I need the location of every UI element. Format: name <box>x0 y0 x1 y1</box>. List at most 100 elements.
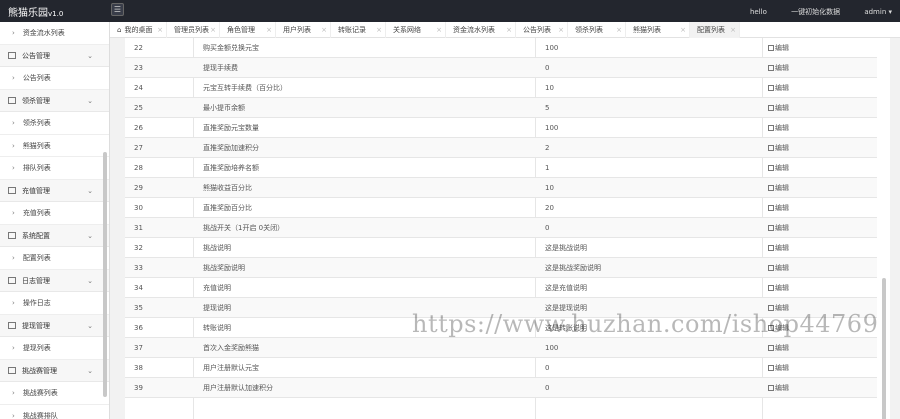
close-icon[interactable]: × <box>321 22 327 38</box>
sidebar-item[interactable]: › 提现列表 <box>0 337 109 360</box>
menu-toggle-icon[interactable]: ☰ <box>111 3 124 16</box>
table-row: 25 最小提币余额 5 编辑 <box>125 98 877 118</box>
row-value: 10 <box>545 84 554 92</box>
chevron-down-icon: ⌄ <box>87 276 93 285</box>
row-name: 直推奖励元宝数量 <box>203 124 259 132</box>
table-row: 27 直推奖励加速积分 2 编辑 <box>125 138 877 158</box>
tab[interactable]: ⌂ 我的桌面 × <box>110 22 167 38</box>
edit-button[interactable]: 编辑 <box>768 258 789 278</box>
edit-icon <box>768 165 774 171</box>
sidebar-item[interactable]: › 挑战赛列表 <box>0 382 109 405</box>
edit-button[interactable]: 编辑 <box>768 118 789 138</box>
tab[interactable]: 管理员列表 × <box>167 22 220 38</box>
chevron-right-icon: › <box>12 119 15 127</box>
chevron-right-icon: › <box>12 344 15 352</box>
close-icon[interactable]: × <box>376 22 382 38</box>
tab[interactable]: 关系网络 × <box>386 22 446 38</box>
edit-button[interactable]: 编辑 <box>768 198 789 218</box>
sidebar-item[interactable]: › 领杀列表 <box>0 112 109 135</box>
table-row: 38 用户注册默认元宝 0 编辑 <box>125 358 877 378</box>
chevron-right-icon: › <box>12 141 15 150</box>
sidebar-group[interactable]: 公告管理 ⌄ <box>0 44 109 67</box>
tab-label: 我的桌面 <box>124 26 153 34</box>
row-name: 直推奖励百分比 <box>203 204 252 212</box>
table-row: 29 熊猫收益百分比 10 编辑 <box>125 178 877 198</box>
close-icon[interactable]: × <box>157 22 163 38</box>
row-name: 提现说明 <box>203 304 231 312</box>
sidebar-group-label: 提现管理 <box>22 321 50 330</box>
close-icon[interactable]: × <box>730 22 736 38</box>
sidebar-item-label: 资金流水列表 <box>22 29 65 37</box>
row-value: 0 <box>545 364 550 372</box>
chevron-right-icon: › <box>12 411 15 419</box>
tab[interactable]: 配置列表 × <box>690 22 740 38</box>
sidebar-group[interactable]: 提现管理 ⌄ <box>0 314 109 337</box>
sidebar-item[interactable]: › 排队列表 <box>0 157 109 180</box>
row-id: 33 <box>134 264 143 272</box>
row-id: 38 <box>134 364 143 372</box>
close-icon[interactable]: × <box>616 22 622 38</box>
admin-menu[interactable]: admin ▾ <box>864 8 892 16</box>
row-id: 25 <box>134 104 143 112</box>
sidebar-item[interactable]: › 操作日志 <box>0 292 109 315</box>
close-icon[interactable]: × <box>266 22 272 38</box>
content-scrollbar[interactable] <box>882 278 886 419</box>
table-row: 23 提现手续费 0 编辑 <box>125 58 877 78</box>
row-id: 35 <box>134 304 143 312</box>
edit-button[interactable]: 编辑 <box>768 378 789 398</box>
tab[interactable]: 资金流水列表 × <box>446 22 516 38</box>
sidebar-group[interactable]: 挑战赛管理 ⌄ <box>0 359 109 382</box>
table-row: 30 直推奖励百分比 20 编辑 <box>125 198 877 218</box>
row-id: 36 <box>134 324 143 332</box>
edit-button[interactable]: 编辑 <box>768 58 789 78</box>
sidebar-group[interactable]: 系统配置 ⌄ <box>0 224 109 247</box>
edit-button[interactable]: 编辑 <box>768 278 789 298</box>
format-data-button[interactable]: 一键初始化数据 <box>791 8 840 16</box>
edit-button[interactable]: 编辑 <box>768 238 789 258</box>
edit-button[interactable]: 编辑 <box>768 38 789 58</box>
edit-button[interactable]: 编辑 <box>768 78 789 98</box>
edit-button[interactable]: 编辑 <box>768 158 789 178</box>
edit-button[interactable]: 编辑 <box>768 178 789 198</box>
close-icon[interactable]: × <box>680 22 686 38</box>
tab[interactable]: 角色管理 × <box>220 22 276 38</box>
edit-button[interactable]: 编辑 <box>768 218 789 238</box>
sidebar-group[interactable]: 日志管理 ⌄ <box>0 269 109 292</box>
sidebar-scrollbar[interactable] <box>103 152 107 397</box>
sidebar-item[interactable]: › 配置列表 <box>0 247 109 270</box>
sidebar-item[interactable]: › 资金流水列表 <box>0 22 109 45</box>
sidebar-group-label: 领杀管理 <box>22 96 50 105</box>
edit-icon <box>768 345 774 351</box>
home-icon: ⌂ <box>117 26 122 34</box>
sidebar-item[interactable]: › 熊猫列表 <box>0 134 109 157</box>
edit-button[interactable]: 编辑 <box>768 98 789 118</box>
sidebar-item[interactable]: › 挑战赛排队 <box>0 404 109 419</box>
tab-label: 熊猫列表 <box>633 26 661 34</box>
tab[interactable]: 用户列表 × <box>276 22 331 38</box>
row-id: 34 <box>134 284 143 292</box>
row-id: 27 <box>134 144 143 152</box>
edit-button[interactable]: 编辑 <box>768 138 789 158</box>
edit-button[interactable]: 编辑 <box>768 358 789 378</box>
row-name: 直推奖励培养名额 <box>203 164 259 172</box>
tab-label: 公告列表 <box>523 26 551 34</box>
close-icon[interactable]: × <box>436 22 442 38</box>
tab[interactable]: 熊猫列表 × <box>626 22 690 38</box>
chevron-right-icon: › <box>12 254 15 262</box>
close-icon[interactable]: × <box>558 22 564 38</box>
edit-button[interactable]: 编辑 <box>768 338 789 358</box>
sidebar-group[interactable]: 领杀管理 ⌄ <box>0 89 109 112</box>
sidebar-group[interactable]: 充值管理 ⌄ <box>0 179 109 202</box>
tab-bar: ⌂ 我的桌面 × 管理员列表 × 角色管理 × 用户列表 × 转账记录 × 关系网络 × 资金流水列表 × 公… <box>110 22 900 38</box>
sidebar-item[interactable]: › 充值列表 <box>0 202 109 225</box>
row-value: 100 <box>545 44 559 52</box>
close-icon[interactable]: × <box>210 22 216 38</box>
sidebar-group-label: 充值管理 <box>22 186 50 195</box>
tab[interactable]: 转账记录 × <box>331 22 386 38</box>
row-value: 0 <box>545 384 550 392</box>
tab[interactable]: 公告列表 × <box>516 22 568 38</box>
tab[interactable]: 领杀列表 × <box>568 22 626 38</box>
close-icon[interactable]: × <box>506 22 512 38</box>
table-row: 31 挑战开关（1开启 0关闭） 0 编辑 <box>125 218 877 238</box>
sidebar-item[interactable]: › 公告列表 <box>0 67 109 90</box>
